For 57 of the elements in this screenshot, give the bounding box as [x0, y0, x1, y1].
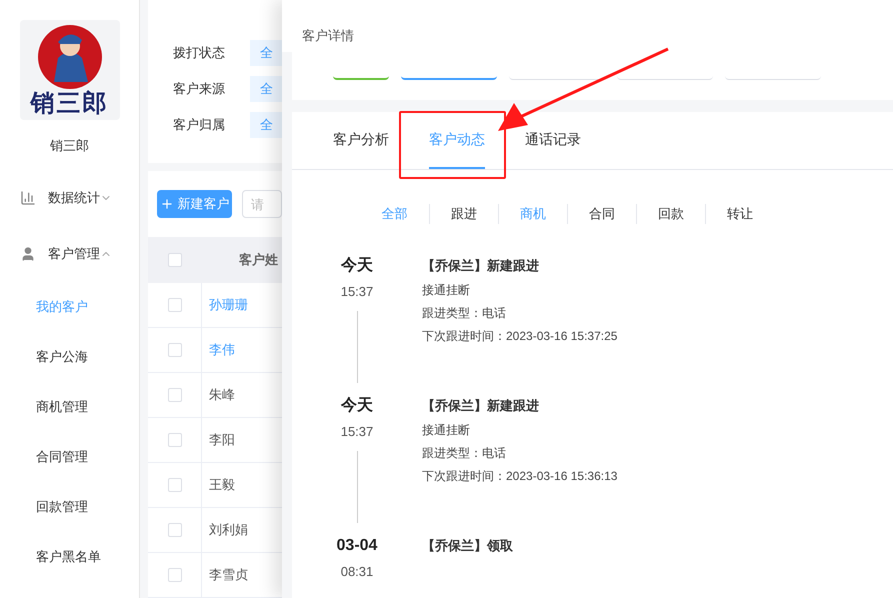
checkbox[interactable]: [168, 433, 182, 447]
timeline-time: 15:37: [340, 282, 374, 300]
column-header: 客户姓: [238, 251, 278, 270]
bar-chart-icon: [20, 190, 36, 206]
timeline-line: [356, 451, 358, 523]
timeline-date: 今天: [341, 256, 373, 276]
event-detail: 下次跟进时间：2023-03-16 15:37:25: [422, 328, 618, 344]
event-detail: 跟进类型：电话: [422, 304, 507, 322]
user-icon: [20, 246, 36, 262]
checkbox[interactable]: [168, 388, 182, 402]
tab[interactable]: 客户分析: [333, 112, 389, 169]
timeline-date: 今天: [341, 396, 373, 416]
filter-tab[interactable]: 回款: [636, 204, 705, 224]
checkbox[interactable]: [168, 523, 182, 537]
customer-name: 王毅: [208, 476, 235, 494]
event-detail: 接通挂断: [422, 282, 471, 298]
timeline-time: 15:37: [340, 422, 374, 440]
filter-tab[interactable]: 跟进: [429, 204, 498, 224]
menu-group[interactable]: 客户管理: [0, 226, 139, 282]
event-title: 【乔保兰】新建跟进: [422, 256, 540, 274]
search-field[interactable]: 请: [242, 190, 282, 218]
checkbox[interactable]: [168, 298, 182, 312]
logo-text: 销三郎: [30, 90, 108, 118]
checkbox[interactable]: [168, 478, 182, 492]
action-button[interactable]: [401, 76, 497, 80]
event-detail: 接通挂断: [422, 422, 471, 438]
customer-name: 刘利娟: [208, 521, 248, 540]
filter-label: 客户来源: [173, 80, 226, 98]
drawer-title: 客户详情: [302, 28, 354, 43]
checkbox[interactable]: [168, 253, 182, 267]
timeline-time: 08:31: [340, 562, 374, 580]
plus-icon: [160, 197, 174, 211]
timeline-date: 03-04: [336, 536, 378, 556]
menu-item[interactable]: 客户黑名单: [0, 532, 139, 582]
checkbox[interactable]: [168, 343, 182, 357]
menu-item[interactable]: 客户公海: [0, 332, 139, 382]
customer-name: 李雪贞: [208, 566, 248, 584]
customer-name: 李阳: [208, 431, 235, 450]
filter-label: 客户归属: [173, 116, 226, 134]
customer-name: 朱峰: [208, 386, 235, 404]
menu-group[interactable]: 数据统计: [0, 170, 139, 226]
user-name: 销三郎: [50, 137, 89, 155]
filter-tab[interactable]: 合同: [567, 204, 636, 224]
action-button[interactable]: [333, 76, 389, 80]
event-title: 【乔保兰】领取: [422, 536, 513, 554]
event-detail: 下次跟进时间：2023-03-16 15:36:13: [422, 468, 618, 484]
event-detail: 跟进类型：电话: [422, 444, 507, 462]
menu-item[interactable]: 商机管理: [0, 382, 139, 432]
filter-label: 拨打状态: [173, 44, 226, 62]
checkbox[interactable]: [168, 568, 182, 582]
mascot-logo-icon: [36, 24, 104, 90]
event-title: 【乔保兰】新建跟进: [422, 396, 540, 414]
menu-item[interactable]: 回款管理: [0, 482, 139, 532]
menu-item[interactable]: 合同管理: [0, 432, 139, 482]
timeline-line: [356, 311, 358, 383]
filter-tab[interactable]: 转让: [705, 204, 774, 224]
tab[interactable]: 通话记录: [525, 112, 581, 169]
